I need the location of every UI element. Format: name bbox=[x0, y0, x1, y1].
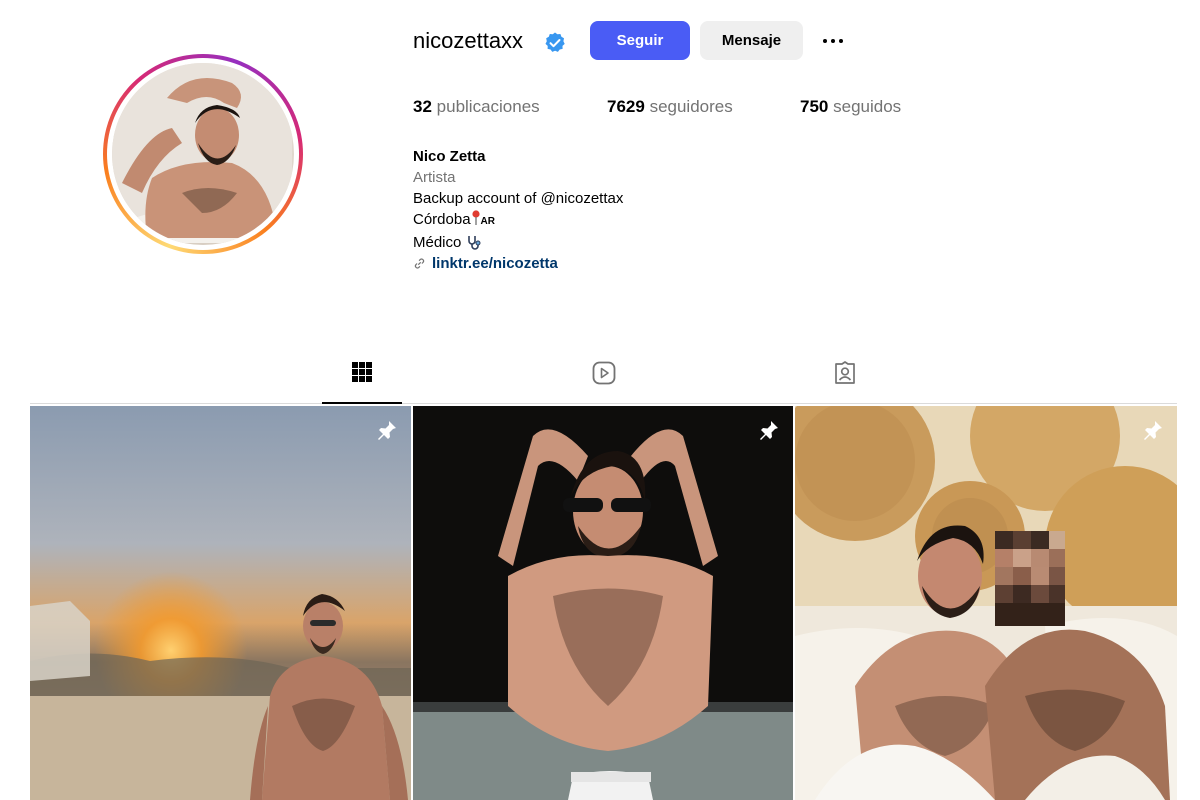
profile-bio: Nico Zetta Artista Backup account of @ni… bbox=[413, 146, 623, 274]
post-image-beach bbox=[30, 406, 411, 800]
following-label: seguidos bbox=[833, 97, 902, 116]
bio-line-backup: Backup account of @nicozettax bbox=[413, 190, 624, 207]
post-thumbnail[interactable] bbox=[30, 406, 411, 800]
link-icon bbox=[414, 258, 425, 269]
profile-username: nicozettaxx bbox=[413, 28, 524, 53]
more-options-icon[interactable] bbox=[818, 29, 848, 53]
message-button[interactable]: Mensaje bbox=[700, 21, 803, 60]
pinned-post-icon bbox=[378, 421, 396, 440]
bio-link-text: linktr.ee/nicozetta bbox=[432, 255, 558, 272]
tab-tagged[interactable] bbox=[805, 360, 885, 404]
followers-stat[interactable]: 7629 seguidores bbox=[607, 97, 733, 117]
bio-location-text: Córdoba bbox=[413, 211, 471, 228]
post-thumbnail[interactable] bbox=[795, 406, 1177, 800]
bio-category: Artista bbox=[413, 169, 456, 186]
profile-avatar[interactable] bbox=[103, 54, 303, 254]
verified-badge-icon bbox=[545, 32, 565, 52]
followers-label: seguidores bbox=[649, 97, 733, 116]
follow-button[interactable]: Seguir bbox=[590, 21, 690, 60]
post-image-bed bbox=[795, 406, 1177, 800]
stethoscope-icon bbox=[467, 236, 481, 250]
avatar-photo bbox=[112, 63, 294, 245]
tagged-icon bbox=[835, 361, 855, 384]
tab-posts[interactable] bbox=[322, 360, 402, 404]
followers-count: 7629 bbox=[607, 97, 645, 116]
posts-label: publicaciones bbox=[436, 97, 540, 116]
pinned-post-icon bbox=[1144, 421, 1162, 440]
bio-profession-text: Médico bbox=[413, 234, 462, 251]
bio-line-location: Córdoba AR bbox=[413, 209, 623, 232]
tab-reels[interactable] bbox=[564, 360, 644, 404]
posts-count: 32 bbox=[413, 97, 432, 116]
following-count: 750 bbox=[800, 97, 829, 116]
bio-line-profession: Médico bbox=[413, 232, 623, 253]
pixelated-face bbox=[995, 531, 1065, 626]
posts-count-stat: 32 publicaciones bbox=[413, 97, 540, 117]
flag-ar: AR bbox=[480, 216, 495, 227]
reels-icon bbox=[592, 361, 616, 385]
pinned-post-icon bbox=[760, 421, 778, 440]
bio-external-link[interactable]: linktr.ee/nicozetta bbox=[413, 253, 623, 274]
bio-name: Nico Zetta bbox=[413, 148, 486, 165]
round-pushpin-icon bbox=[471, 210, 480, 225]
post-thumbnail[interactable] bbox=[413, 406, 793, 800]
post-image-portrait bbox=[413, 406, 793, 800]
grid-icon bbox=[352, 362, 372, 382]
following-stat[interactable]: 750 seguidos bbox=[800, 97, 901, 117]
